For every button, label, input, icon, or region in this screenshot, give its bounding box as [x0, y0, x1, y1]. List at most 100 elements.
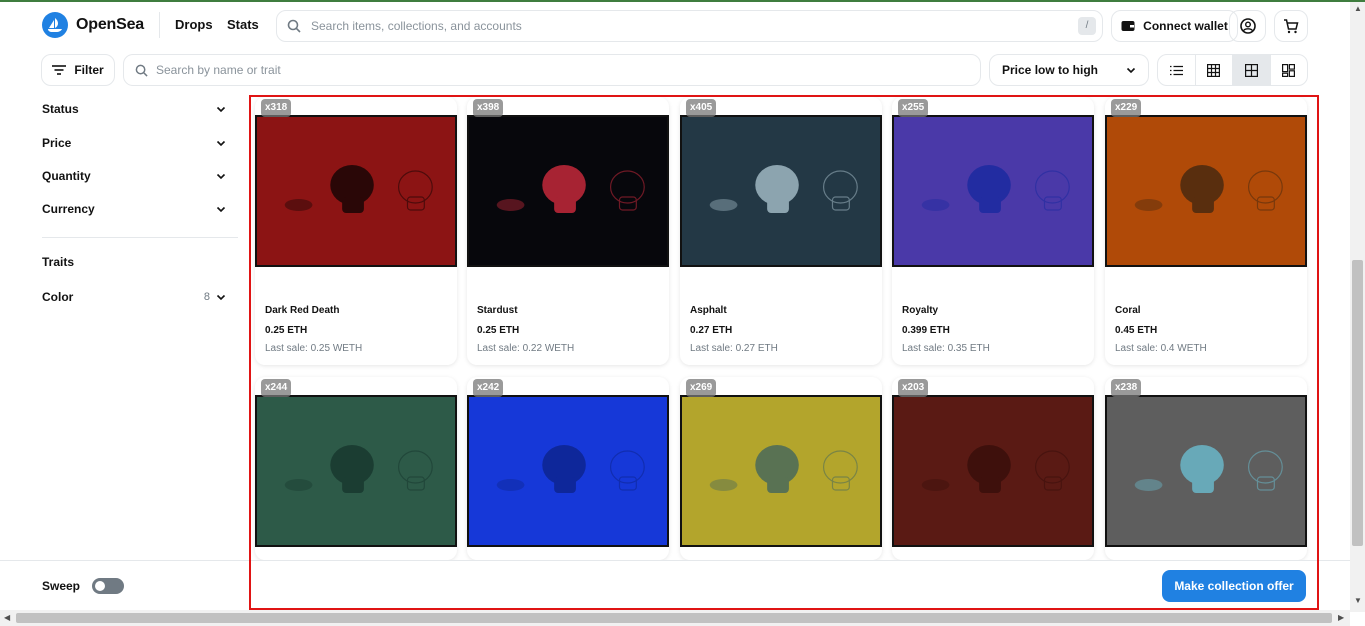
item-quantity-badge: x203: [898, 379, 929, 397]
item-card[interactable]: x238: [1105, 377, 1307, 560]
cart-button[interactable]: [1274, 10, 1308, 42]
search-placeholder: Search items, collections, and accounts: [311, 19, 522, 33]
item-image[interactable]: [467, 115, 669, 267]
item-card[interactable]: x242: [467, 377, 669, 560]
nav-stats[interactable]: Stats: [227, 17, 259, 32]
chevron-down-icon: [216, 294, 226, 301]
account-icon: [1239, 18, 1256, 34]
filter-label: Filter: [74, 63, 104, 77]
make-collection-offer-button[interactable]: Make collection offer: [1162, 570, 1306, 602]
item-card[interactable]: x229 Coral 0.45 ETH Last sale: 0.4 WETH: [1105, 97, 1307, 365]
item-quantity-badge: x238: [1111, 379, 1142, 397]
scroll-left-arrow-icon[interactable]: ◀: [4, 613, 10, 622]
item-card[interactable]: x318 Dark Red Death 0.25 ETH Last sale: 0.2…: [255, 97, 457, 365]
skull-artwork-icon: [894, 117, 1092, 265]
color-trait-count: 8: [203, 291, 210, 303]
footer-bar: Sweep Make collection offer: [0, 560, 1350, 610]
item-card[interactable]: x203: [892, 377, 1094, 560]
sidebar-divider: [42, 237, 238, 238]
connect-wallet-button[interactable]: Connect wallet: [1111, 10, 1238, 42]
filter-currency[interactable]: Currency: [42, 202, 226, 216]
list-view-button[interactable]: [1158, 55, 1196, 85]
dense-grid-view-button[interactable]: [1196, 55, 1233, 85]
chevron-down-icon: [216, 106, 226, 113]
item-last-sale: Last sale: 0.27 ETH: [690, 343, 778, 354]
trait-search-input[interactable]: Search by name or trait: [123, 54, 981, 86]
header: OpenSea Drops Stats Search items, collec…: [0, 2, 1350, 46]
item-card[interactable]: x255 Royalty 0.399 ETH Last sale: 0.35 ETH: [892, 97, 1094, 365]
filter-price[interactable]: Price: [42, 136, 226, 150]
item-image[interactable]: [1105, 115, 1307, 267]
sort-dropdown[interactable]: Price low to high: [989, 54, 1149, 86]
item-name: Coral: [1115, 305, 1141, 316]
chevron-down-icon: [216, 140, 226, 147]
grid-view-button[interactable]: [1233, 55, 1271, 85]
item-name: Stardust: [477, 305, 518, 316]
item-image[interactable]: [1105, 395, 1307, 547]
item-image[interactable]: [680, 115, 882, 267]
large-grid-view-button[interactable]: [1271, 55, 1308, 85]
filter-price-label: Price: [42, 136, 72, 150]
item-quantity-badge: x269: [686, 379, 717, 397]
item-quantity-badge: x318: [261, 99, 292, 117]
filter-quantity-label: Quantity: [42, 169, 91, 183]
scroll-right-arrow-icon[interactable]: ▶: [1338, 613, 1344, 622]
scroll-up-arrow-icon[interactable]: ▲: [1354, 4, 1362, 13]
account-button[interactable]: [1229, 10, 1266, 42]
item-image[interactable]: [892, 115, 1094, 267]
filter-button[interactable]: Filter: [41, 54, 115, 86]
chevron-down-icon: [216, 206, 226, 213]
search-shortcut-key: /: [1078, 17, 1096, 35]
trait-search-placeholder: Search by name or trait: [156, 63, 281, 77]
global-search-input[interactable]: Search items, collections, and accounts …: [276, 10, 1103, 42]
item-card[interactable]: x269: [680, 377, 882, 560]
item-quantity-badge: x398: [473, 99, 504, 117]
filter-currency-label: Currency: [42, 202, 95, 216]
opensea-logo[interactable]: OpenSea: [42, 12, 144, 38]
item-card[interactable]: x244: [255, 377, 457, 560]
filter-status[interactable]: Status: [42, 102, 226, 116]
skull-artwork-icon: [469, 117, 667, 265]
scroll-down-arrow-icon[interactable]: ▼: [1354, 596, 1362, 605]
item-image[interactable]: [255, 395, 457, 547]
skull-artwork-icon: [894, 397, 1092, 545]
item-card[interactable]: x405 Asphalt 0.27 ETH Last sale: 0.27 ETH: [680, 97, 882, 365]
item-quantity-badge: x405: [686, 99, 717, 117]
item-card[interactable]: x398 Stardust 0.25 ETH Last sale: 0.22 WETH: [467, 97, 669, 365]
item-image[interactable]: [255, 115, 457, 267]
horizontal-scrollbar-thumb[interactable]: [16, 613, 1332, 623]
item-price: 0.25 ETH: [265, 325, 308, 336]
item-name: Royalty: [902, 305, 939, 316]
sweep-toggle[interactable]: [92, 578, 125, 594]
filter-color[interactable]: Color 8: [42, 290, 226, 304]
filter-icon: [52, 65, 67, 75]
item-quantity-badge: x229: [1111, 99, 1142, 117]
nav-drops[interactable]: Drops: [175, 17, 213, 32]
chevron-down-icon: [216, 173, 226, 180]
item-image[interactable]: [467, 395, 669, 547]
item-image[interactable]: [680, 395, 882, 547]
chevron-down-icon: [1126, 67, 1136, 74]
filter-sidebar: Status Price Quantity Currency Traits Co…: [0, 94, 248, 561]
connect-wallet-label: Connect wallet: [1143, 19, 1228, 33]
item-image[interactable]: [892, 395, 1094, 547]
skull-artwork-icon: [257, 397, 455, 545]
skull-artwork-icon: [682, 397, 880, 545]
item-name: Asphalt: [690, 305, 727, 316]
skull-artwork-icon: [1107, 397, 1305, 545]
item-quantity-badge: x255: [898, 99, 929, 117]
item-last-sale: Last sale: 0.4 WETH: [1115, 343, 1207, 354]
cart-icon: [1284, 19, 1299, 34]
filter-status-label: Status: [42, 102, 79, 116]
item-price: 0.45 ETH: [1115, 325, 1158, 336]
list-view-icon: [1169, 65, 1183, 75]
search-icon: [287, 19, 301, 33]
view-mode-switcher: [1157, 54, 1308, 86]
sweep-label: Sweep: [42, 579, 81, 593]
filter-quantity[interactable]: Quantity: [42, 169, 226, 183]
item-last-sale: Last sale: 0.22 WETH: [477, 343, 575, 354]
search-icon: [135, 64, 148, 77]
brand-name: OpenSea: [76, 16, 144, 33]
vertical-scrollbar-thumb[interactable]: [1352, 260, 1363, 546]
item-price: 0.27 ETH: [690, 325, 733, 336]
